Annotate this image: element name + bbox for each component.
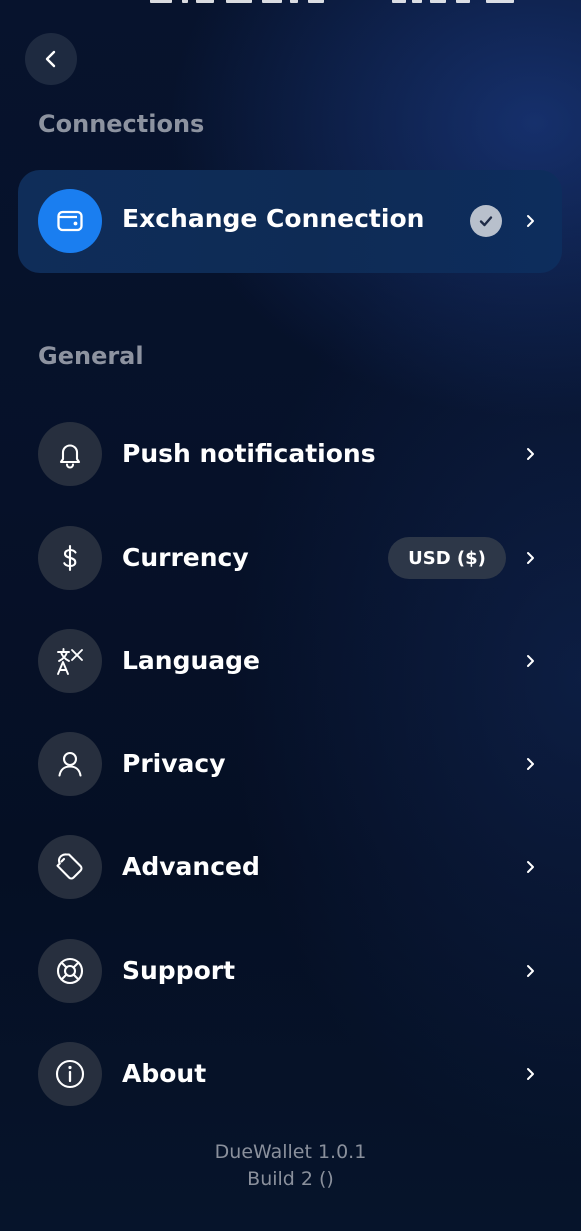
about-icon-container (38, 1042, 102, 1106)
privacy-label: Privacy (122, 749, 226, 778)
currency-item[interactable]: Currency USD ($) (0, 520, 581, 596)
language-icon-container (38, 629, 102, 693)
advanced-item[interactable]: Advanced (0, 829, 581, 905)
advanced-label: Advanced (122, 852, 260, 881)
info-icon (55, 1059, 85, 1089)
connections-section-title: Connections (38, 110, 205, 138)
chevron-right-icon (523, 654, 537, 668)
currency-value-badge: USD ($) (388, 537, 506, 579)
wallet-icon (57, 210, 83, 232)
wrench-icon (56, 853, 83, 880)
support-item[interactable]: Support (0, 933, 581, 1009)
exchange-connection-label: Exchange Connection (122, 204, 425, 233)
chevron-right-icon (523, 1067, 537, 1081)
app-version-text: DueWallet 1.0.1 (214, 1141, 367, 1163)
privacy-item[interactable]: Privacy (0, 726, 581, 802)
currency-label: Currency (122, 543, 249, 572)
back-button[interactable] (25, 33, 77, 85)
about-label: About (122, 1059, 207, 1088)
build-number-text: Build 2 () (247, 1168, 334, 1190)
chevron-right-icon (523, 964, 537, 978)
exchange-connection-item[interactable]: Exchange Connection (18, 170, 562, 273)
support-icon-container (38, 939, 102, 1003)
language-item[interactable]: Language (0, 623, 581, 699)
currency-icon-container (38, 526, 102, 590)
exchange-icon-container (38, 189, 102, 253)
language-label: Language (122, 646, 261, 675)
status-bar (140, 0, 520, 6)
advanced-icon-container (38, 835, 102, 899)
push-notifications-item[interactable]: Push notifications (0, 416, 581, 492)
push-notifications-icon-container (38, 422, 102, 486)
push-notifications-label: Push notifications (122, 439, 376, 468)
bell-icon (59, 444, 81, 469)
lifebuoy-icon (56, 957, 84, 985)
chevron-right-icon (523, 757, 537, 771)
about-item[interactable]: About (0, 1036, 581, 1112)
chevron-right-icon (523, 551, 537, 565)
dollar-icon (63, 544, 77, 572)
user-icon (58, 751, 82, 777)
translate-icon (57, 648, 83, 675)
chevron-right-icon (523, 860, 537, 874)
general-section-title: General (38, 342, 144, 370)
chevron-left-icon (45, 50, 56, 68)
support-label: Support (122, 956, 236, 985)
chevron-right-icon (523, 447, 537, 461)
privacy-icon-container (38, 732, 102, 796)
chevron-right-icon (523, 214, 537, 228)
check-circle-icon (470, 205, 502, 237)
